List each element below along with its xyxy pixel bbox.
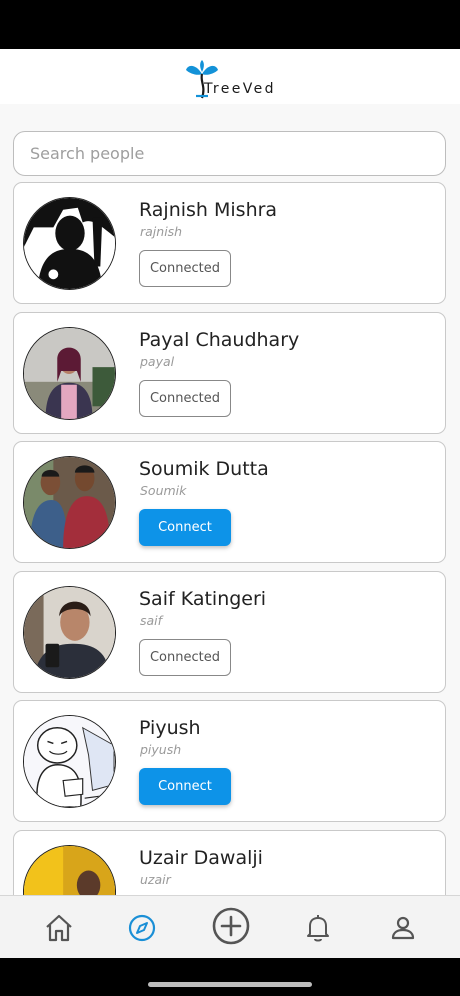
- avatar[interactable]: [23, 456, 116, 549]
- person-handle: piyush: [140, 742, 182, 757]
- avatar[interactable]: [23, 715, 116, 808]
- app-header: TreeVed: [0, 49, 460, 104]
- connect-button[interactable]: Connect: [139, 768, 231, 805]
- avatar-image: [24, 327, 115, 419]
- person-card[interactable]: Rajnish Mishra rajnish Connected: [13, 182, 446, 304]
- person-name: Saif Katingeri: [139, 587, 267, 610]
- avatar[interactable]: [23, 844, 116, 895]
- nav-notifications[interactable]: [300, 910, 336, 946]
- person-card[interactable]: Payal Chaudhary payal Connected: [13, 311, 446, 434]
- connected-button[interactable]: Connected: [139, 379, 231, 417]
- status-bar: [0, 0, 460, 49]
- bell-icon: [307, 915, 329, 942]
- brand-name: TreeVed: [204, 80, 276, 97]
- connected-button[interactable]: Connected: [139, 638, 231, 676]
- person-handle: saif: [140, 612, 163, 628]
- avatar[interactable]: [23, 326, 116, 420]
- avatar-image: [24, 198, 115, 289]
- people-list: Rajnish Mishra rajnish Connected Payal C…: [13, 182, 446, 895]
- person-card[interactable]: Soumik Dutta Soumik Connect: [13, 441, 446, 563]
- person-card[interactable]: Uzair Dawalji uzair: [13, 829, 446, 895]
- system-navigation-bar: [0, 958, 460, 996]
- person-handle: payal: [140, 353, 175, 369]
- nav-create[interactable]: [210, 905, 252, 947]
- person-handle: Soumik: [140, 483, 187, 498]
- person-handle: uzair: [140, 871, 171, 887]
- bottom-navigation: [0, 895, 460, 958]
- search-people-input[interactable]: [13, 131, 446, 176]
- person-card[interactable]: Piyush piyush Connect: [13, 700, 446, 822]
- connect-button[interactable]: Connect: [139, 509, 231, 546]
- person-name: Payal Chaudhary: [139, 328, 300, 351]
- person-name: Uzair Dawalji: [139, 846, 263, 869]
- person-name: Rajnish Mishra: [139, 199, 278, 221]
- person-handle: rajnish: [140, 224, 183, 239]
- avatar-image: [24, 586, 115, 678]
- person-name: Piyush: [139, 717, 201, 739]
- treeved-logo: TreeVed: [170, 52, 290, 102]
- avatar[interactable]: [23, 197, 116, 290]
- nav-explore[interactable]: [124, 910, 160, 946]
- nav-profile[interactable]: [385, 910, 421, 946]
- avatar-image: [24, 845, 115, 895]
- avatar-image: [24, 457, 115, 548]
- avatar-image: [24, 716, 115, 807]
- connected-button[interactable]: Connected: [139, 250, 231, 287]
- nav-home[interactable]: [41, 910, 77, 946]
- compass-icon: [128, 914, 156, 942]
- person-card[interactable]: Saif Katingeri saif Connected: [13, 570, 446, 693]
- home-icon: [46, 914, 72, 942]
- people-screen: Rajnish Mishra rajnish Connected Payal C…: [0, 104, 460, 895]
- home-indicator[interactable]: [148, 982, 312, 987]
- person-name: Soumik Dutta: [139, 458, 269, 480]
- avatar[interactable]: [23, 585, 116, 679]
- person-icon: [391, 916, 415, 940]
- plus-circle-icon: [212, 907, 250, 945]
